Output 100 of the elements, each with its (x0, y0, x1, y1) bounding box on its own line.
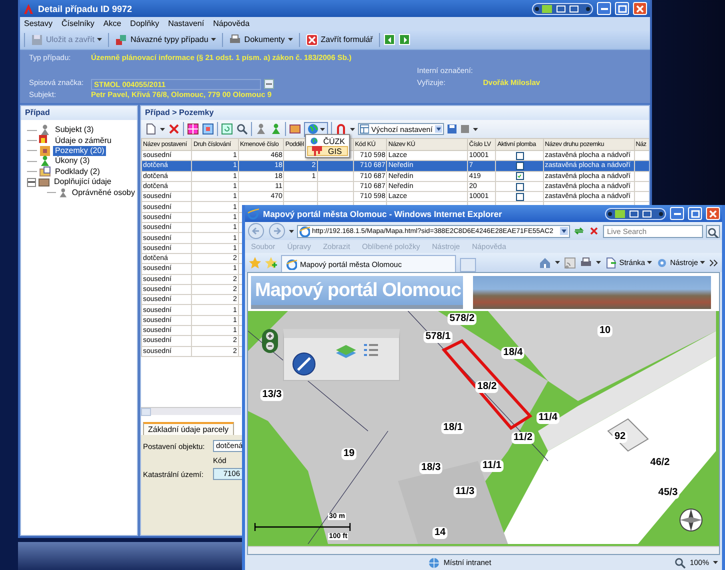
maximize-button[interactable] (615, 2, 629, 15)
network-icon (428, 556, 440, 568)
checkbox[interactable] (516, 162, 524, 170)
parcel-label[interactable]: 11/1 (480, 460, 504, 472)
tree-item[interactable]: Subjekt (3) (53, 125, 96, 136)
toolbar-button[interactable]: Dokumenty (227, 34, 295, 46)
search-icon (707, 226, 719, 238)
navigation-icon[interactable] (292, 352, 316, 376)
window-tools-icon[interactable] (532, 2, 593, 14)
zoom-control[interactable] (262, 329, 278, 353)
close-icon (306, 34, 318, 46)
person-icon (39, 155, 51, 168)
caret-icon[interactable] (713, 560, 718, 565)
horizontal-scrollbar[interactable] (141, 407, 241, 415)
close-button[interactable] (633, 2, 647, 15)
caret-icon[interactable] (596, 260, 602, 265)
menu-item[interactable]: Nastavení (168, 19, 204, 28)
panel-header: Případ (21, 106, 137, 120)
previous-button[interactable] (384, 34, 395, 45)
menu-item[interactable]: Doplňky (130, 19, 160, 28)
flag-icon (311, 145, 323, 157)
person-icon[interactable] (255, 123, 267, 135)
parcel-label[interactable]: 11/2 (512, 432, 534, 444)
maximize-button[interactable] (688, 207, 702, 220)
new-document-icon[interactable] (145, 123, 157, 135)
favorites-star-icon[interactable] (249, 256, 261, 268)
delete-icon[interactable] (168, 123, 180, 135)
printer-icon (229, 34, 242, 46)
menu-item[interactable]: Sestavy (24, 19, 52, 28)
minimize-button[interactable] (597, 2, 611, 15)
collapse-icon[interactable] (27, 178, 36, 187)
horizontal-scrollbar[interactable] (248, 546, 719, 554)
person-icon[interactable] (270, 123, 282, 135)
folder-icon (39, 166, 51, 178)
menu-item[interactable]: Akce (103, 19, 122, 28)
caret-icon (473, 126, 478, 132)
parcel-label[interactable]: 13/3 (260, 389, 284, 401)
parcel-label[interactable]: 14 (432, 527, 448, 539)
next-button[interactable] (398, 34, 410, 45)
printer-icon[interactable] (580, 256, 592, 268)
menu-item[interactable]: Číselníky (61, 19, 94, 28)
tree-item[interactable]: Doplňující údaje (52, 177, 114, 188)
parcel-label[interactable]: 18/1 (441, 422, 465, 434)
tree-item[interactable]: Oprávněné osoby (70, 188, 137, 198)
parcel-label[interactable]: 18/4 (501, 347, 525, 359)
parcel-label[interactable]: 11/3 (454, 486, 476, 498)
caret-icon[interactable] (555, 260, 560, 265)
list-icon[interactable] (364, 343, 378, 357)
caret-icon[interactable] (289, 228, 294, 234)
window-tools-icon[interactable] (605, 208, 666, 220)
checkbox[interactable] (516, 152, 524, 160)
caret-icon (350, 126, 355, 132)
tab[interactable]: Základní údaje parcely (143, 422, 234, 435)
layers-icon[interactable] (334, 343, 358, 360)
dropdown-arrow-icon (434, 125, 442, 133)
parcel-label[interactable]: 18/2 (475, 381, 499, 393)
tree-item[interactable]: Údaje o záměru (53, 136, 114, 146)
search-button[interactable] (706, 224, 720, 238)
save-icon[interactable] (447, 124, 457, 134)
checkbox[interactable] (516, 182, 524, 191)
tree-item[interactable]: Pozemky (20) (53, 146, 106, 156)
grid-icon[interactable] (187, 123, 199, 135)
search-icon[interactable] (236, 123, 248, 135)
parcel-label[interactable]: 19 (341, 448, 357, 460)
close-icon (635, 4, 645, 14)
tool-icon[interactable] (289, 123, 301, 135)
frame-icon[interactable] (202, 123, 214, 135)
tree-item[interactable]: Úkony (3) (53, 156, 92, 166)
toolbar-button[interactable]: Zavřít formulář (304, 34, 375, 46)
refresh-icon[interactable] (221, 123, 233, 135)
tree-item[interactable]: Podklady (2) (53, 166, 102, 177)
maximize-icon (690, 208, 700, 218)
caret-icon (647, 260, 652, 265)
checkbox[interactable] (516, 172, 524, 180)
minimize-icon (600, 8, 608, 10)
menu-item[interactable]: Nápověda (213, 19, 250, 28)
chevron-icon[interactable] (709, 258, 718, 266)
checkbox[interactable] (516, 192, 524, 201)
minimize-button[interactable] (670, 207, 684, 220)
parcel-label[interactable]: 11/4 (536, 412, 560, 424)
dropdown-arrow-icon (560, 227, 568, 235)
scale-bar-icon (254, 522, 352, 532)
parcel-label[interactable]: 92 (612, 431, 628, 443)
parcel-label[interactable]: 10 (597, 325, 613, 337)
parcel-label[interactable]: 18/3 (419, 462, 443, 474)
parcel-label[interactable]: 578/2 (447, 313, 477, 325)
stop-icon[interactable] (460, 124, 470, 134)
caret-icon[interactable] (160, 126, 165, 132)
stop-icon[interactable] (588, 225, 600, 237)
parcel-label[interactable]: 578/1 (423, 331, 453, 343)
toolbar-button[interactable]: Návazné typy případu (113, 34, 218, 46)
close-button[interactable] (706, 207, 720, 220)
browse-button[interactable] (264, 79, 274, 89)
caret-icon (320, 126, 325, 132)
refresh-icon[interactable] (573, 225, 585, 237)
parcel-label[interactable]: 45/3 (656, 487, 680, 499)
maximize-icon (617, 4, 627, 14)
menu-item[interactable]: GIS (307, 146, 348, 156)
magnet-icon[interactable] (335, 123, 347, 135)
add-favorite-icon[interactable] (265, 256, 277, 268)
